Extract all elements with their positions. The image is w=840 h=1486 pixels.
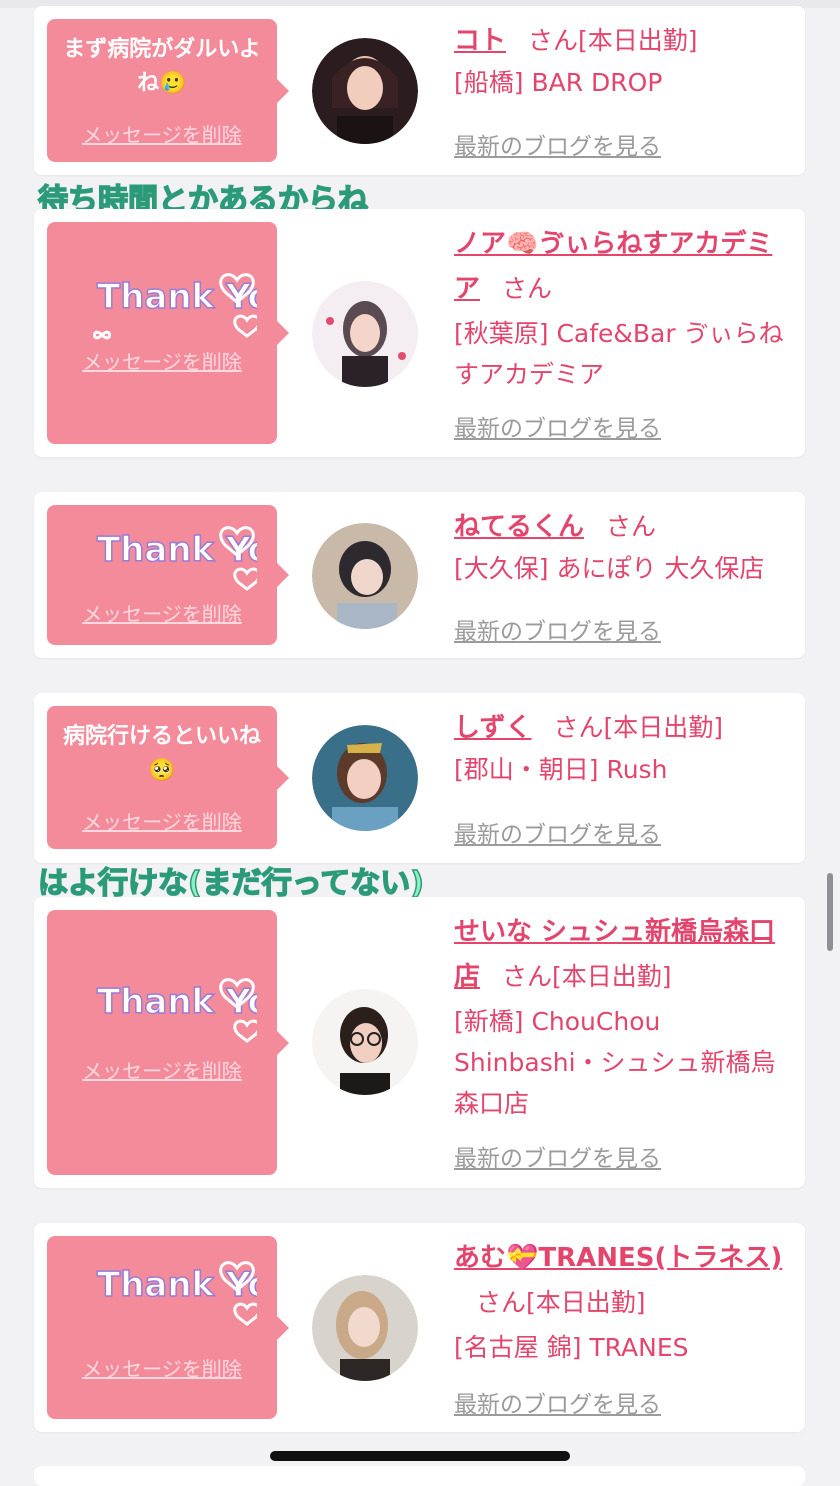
- message-bubble: Thank You メッセージを削除: [47, 505, 289, 645]
- card-info: ねてるくん さん [大久保] あにぽり 大久保店: [454, 506, 793, 589]
- latest-blog-link[interactable]: 最新のブログを見る: [454, 612, 661, 646]
- avatar[interactable]: [312, 1275, 418, 1381]
- card-info: せいな シュシュ新橋烏森口店 さん[本日出勤] [新橋] ChouChou Shi…: [454, 911, 793, 1124]
- message-bubble: まず病院がダルいよね🥲 メッセージを削除: [47, 19, 289, 162]
- cast-name-link[interactable]: しずく: [454, 713, 531, 743]
- cast-name-link[interactable]: あむ💝TRANES(トラネス): [454, 1243, 782, 1273]
- delete-message-link[interactable]: メッセージを削除: [47, 806, 277, 835]
- latest-blog-link[interactable]: 最新のブログを見る: [454, 815, 661, 849]
- status-badge: [本日出勤]: [578, 26, 698, 55]
- shop-label: [秋葉原] Cafe&Bar ゔぃらねすアカデミア: [454, 319, 784, 389]
- avatar[interactable]: [312, 989, 418, 1095]
- shop-label: [郡山・朝日] Rush: [454, 755, 668, 784]
- san-label: さん: [606, 512, 657, 541]
- avatar[interactable]: [312, 725, 418, 831]
- avatar[interactable]: [312, 281, 418, 387]
- overlay-caption: はよ行けな(まだ行ってない): [37, 865, 424, 902]
- card-info: ノア🧠ゔぃらねすアカデミア さん [秋葉原] Cafe&Bar ゔぃらねすアカデミ…: [454, 223, 793, 395]
- latest-blog-link[interactable]: 最新のブログを見る: [454, 409, 661, 443]
- scrollbar[interactable]: [827, 873, 833, 951]
- home-indicator: [270, 1451, 570, 1461]
- shop-label: [大久保] あにぽり 大久保店: [454, 554, 765, 583]
- status-badge: [本日出勤]: [603, 713, 724, 742]
- message-text: 病院行けるといいね🥺: [62, 724, 261, 783]
- card-shizuku: 病院行けるといいね🥺 メッセージを削除 しずく さん[本日出勤] [郡山・朝日] …: [34, 693, 805, 863]
- delete-message-link[interactable]: メッセージを削除: [47, 598, 277, 627]
- card-noa: Thank You メッセージを削除 ノア🧠ゔぃらねすアカデミアさん [秋葉原]…: [34, 209, 805, 457]
- status-badge: [本日出勤]: [552, 962, 672, 991]
- next-card-edge: [34, 1466, 805, 1486]
- delete-message-link[interactable]: メッセージを削除: [47, 1353, 277, 1382]
- message-bubble: Thank You メッセージを削除: [47, 910, 289, 1175]
- latest-blog-link[interactable]: 最新のブログを見る: [454, 1385, 661, 1419]
- shop-label: [新橋] ChouChou Shinbashi・シュシュ新橋烏森口店: [454, 1007, 776, 1118]
- card-info: あむ💝TRANES(トラネス) さん[本日出勤] [名古屋 錦] TRANES: [454, 1237, 793, 1368]
- status-badge: [本日出勤]: [526, 1288, 646, 1317]
- latest-blog-link[interactable]: 最新のブログを見る: [454, 1139, 661, 1173]
- avatar[interactable]: [312, 523, 418, 629]
- san-label: さん: [502, 274, 553, 303]
- delete-message-link[interactable]: メッセージを削除: [47, 119, 277, 148]
- san-label: さん: [476, 1288, 527, 1317]
- san-label: さん: [553, 713, 604, 742]
- message-text: まず病院がダルいよね🥲: [63, 37, 261, 96]
- shop-label: [名古屋 錦] TRANES: [454, 1333, 689, 1362]
- san-label: さん: [502, 962, 553, 991]
- cast-name-link[interactable]: コト: [454, 26, 506, 56]
- message-bubble: Thank You メッセージを削除: [47, 1236, 289, 1419]
- avatar[interactable]: [312, 38, 418, 144]
- card-seina: Thank You メッセージを削除 せいな シュシュ新橋烏森口店さん[本日出勤…: [34, 897, 805, 1188]
- message-bubble: 病院行けるといいね🥺 メッセージを削除: [47, 706, 289, 849]
- cast-name-link[interactable]: ねてるくん: [454, 512, 584, 542]
- delete-message-link[interactable]: メッセージを削除: [47, 346, 277, 375]
- delete-message-link[interactable]: メッセージを削除: [47, 1055, 277, 1084]
- thank-you-sticker: Thank You: [96, 1261, 257, 1326]
- san-label: さん: [528, 26, 579, 55]
- card-neterukun: Thank You メッセージを削除 ねてるくんさん [大久保] あにぽり 大久…: [34, 492, 805, 658]
- card-info: コト さん[本日出勤] [船橋] BAR DROP: [454, 20, 793, 103]
- card-koto: まず病院がダルいよね🥲 メッセージを削除 コト さん[本日出勤] [船橋] BAR…: [34, 6, 805, 175]
- card-info: しずく さん[本日出勤] [郡山・朝日] Rush: [454, 707, 793, 790]
- card-amu: Thank You メッセージを削除 あむ💝TRANES(トラネス) さん[本日出…: [34, 1223, 805, 1432]
- shop-label: [船橋] BAR DROP: [454, 68, 663, 97]
- message-bubble: Thank You メッセージを削除: [47, 222, 289, 444]
- latest-blog-link[interactable]: 最新のブログを見る: [454, 127, 661, 161]
